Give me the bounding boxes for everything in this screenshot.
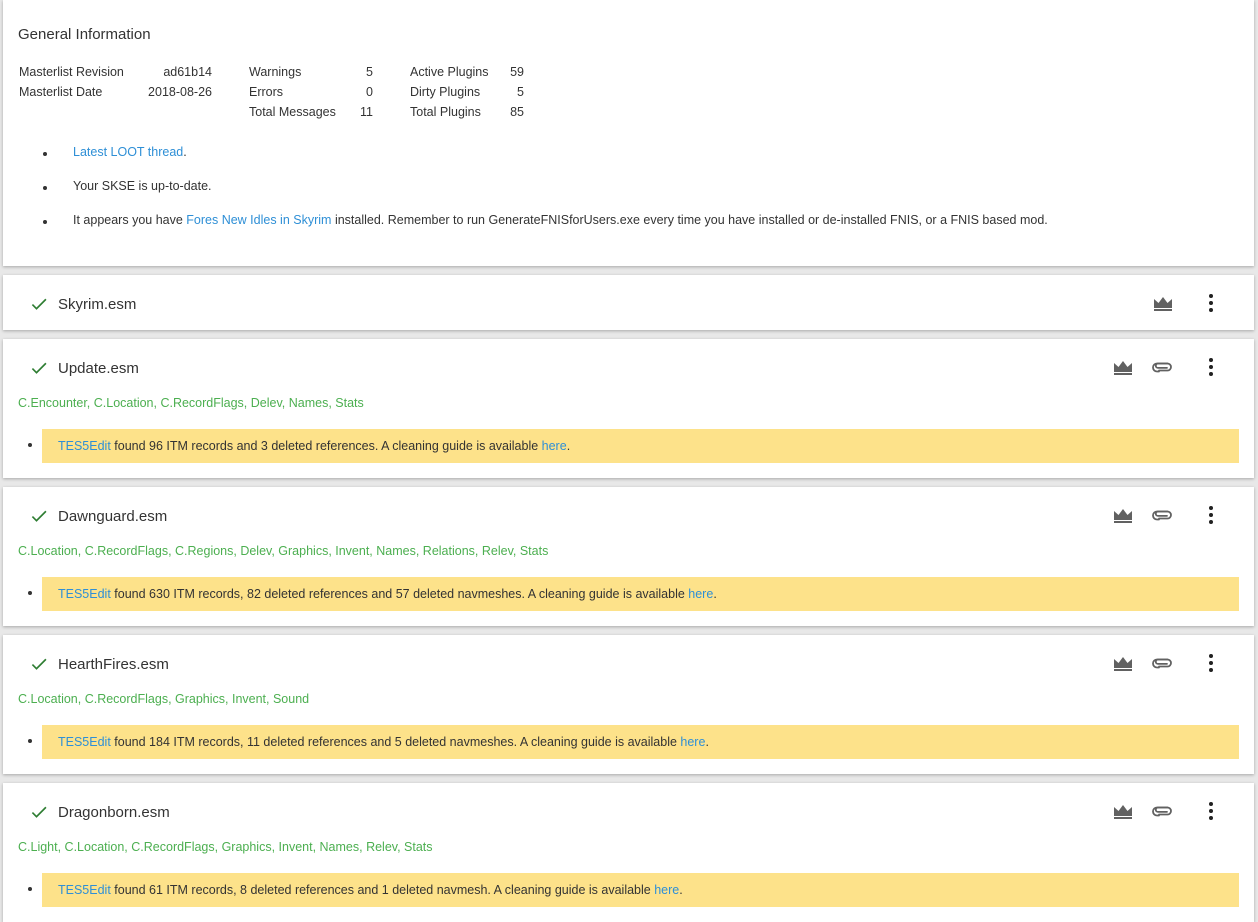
tes5edit-link[interactable]: TES5Edit — [58, 735, 111, 749]
dirty-plugins-value: 5 — [517, 85, 524, 99]
bullet — [28, 887, 32, 891]
bullet — [43, 220, 47, 224]
warnings-value: 5 — [366, 65, 373, 79]
masterlist-revision-label: Masterlist Revision — [19, 65, 124, 79]
bullet — [28, 739, 32, 743]
warning-text: found 61 ITM records, 8 deleted referenc… — [110, 883, 655, 897]
bullet — [28, 591, 32, 595]
warning-message: TES5Edit found 61 ITM records, 8 deleted… — [42, 873, 1239, 907]
cleaning-guide-link[interactable]: here — [688, 587, 713, 601]
active-plugins-value: 59 — [510, 65, 524, 79]
crown-icon — [1111, 503, 1135, 527]
paperclip-icon — [1151, 355, 1175, 379]
warning-text: found 184 ITM records, 11 deleted refere… — [110, 735, 681, 749]
latest-loot-thread-link[interactable]: Latest LOOT thread — [73, 145, 183, 159]
check-icon — [29, 294, 49, 314]
warning-text: found 630 ITM records, 82 deleted refere… — [110, 587, 689, 601]
plugin-name: Dawnguard.esm — [58, 508, 168, 525]
masterlist-date-label: Masterlist Date — [19, 85, 103, 99]
crown-icon — [1111, 799, 1135, 823]
bullet — [28, 443, 32, 447]
check-icon — [29, 358, 49, 378]
check-icon — [29, 506, 49, 526]
paperclip-icon — [1151, 651, 1175, 675]
more-vert-icon[interactable] — [1199, 503, 1223, 527]
total-plugins-label: Total Plugins — [410, 105, 481, 119]
warning-message: TES5Edit found 630 ITM records, 82 delet… — [42, 577, 1239, 611]
plugin-card[interactable]: Skyrim.esm — [3, 275, 1254, 330]
active-plugins-label: Active Plugins — [410, 65, 489, 79]
message-text: It appears you have — [73, 213, 187, 227]
plugin-name: HearthFires.esm — [58, 656, 169, 673]
paperclip-icon — [1151, 503, 1175, 527]
general-information-title: General Information — [18, 26, 151, 43]
bash-tags: C.Location, C.RecordFlags, C.Regions, De… — [18, 544, 549, 558]
tes5edit-link[interactable]: TES5Edit — [58, 587, 111, 601]
bullet — [43, 186, 47, 190]
bash-tags: C.Light, C.Location, C.RecordFlags, Grap… — [18, 840, 433, 854]
bullet — [43, 152, 47, 156]
errors-label: Errors — [249, 85, 284, 99]
check-icon — [29, 802, 49, 822]
warning-text: found 96 ITM records and 3 deleted refer… — [110, 439, 542, 453]
plugin-name: Update.esm — [58, 360, 139, 377]
cleaning-guide-link[interactable]: here — [654, 883, 679, 897]
plugin-card[interactable]: HearthFires.esm C.Location, C.RecordFlag… — [3, 635, 1254, 774]
bash-tags: C.Location, C.RecordFlags, Graphics, Inv… — [18, 692, 310, 706]
warning-message: TES5Edit found 96 ITM records and 3 dele… — [42, 429, 1239, 463]
warning-text-end: . — [713, 587, 717, 601]
warning-message: TES5Edit found 184 ITM records, 11 delet… — [42, 725, 1239, 759]
paperclip-icon — [1151, 799, 1175, 823]
cleaning-guide-link[interactable]: here — [542, 439, 567, 453]
total-plugins-value: 85 — [510, 105, 524, 119]
total-messages-value: 11 — [360, 105, 373, 119]
plugin-card[interactable]: Dawnguard.esm C.Location, C.RecordFlags,… — [3, 487, 1254, 626]
bash-tags: C.Encounter, C.Location, C.RecordFlags, … — [18, 396, 364, 410]
message-text: installed. Remember to run GenerateFNISf… — [331, 213, 1048, 227]
fnis-link[interactable]: Fores New Idles in Skyrim — [186, 213, 331, 227]
warnings-label: Warnings — [249, 65, 302, 79]
message-text: Your SKSE is up-to-date. — [73, 179, 212, 193]
dirty-plugins-label: Dirty Plugins — [410, 85, 481, 99]
check-icon — [29, 654, 49, 674]
warning-text-end: . — [705, 735, 709, 749]
plugin-name: Skyrim.esm — [58, 296, 137, 313]
more-vert-icon[interactable] — [1199, 651, 1223, 675]
more-vert-icon[interactable] — [1199, 799, 1223, 823]
plugin-name: Dragonborn.esm — [58, 804, 170, 821]
tes5edit-link[interactable]: TES5Edit — [58, 439, 111, 453]
masterlist-date-value: 2018-08-26 — [148, 85, 212, 99]
crown-icon — [1111, 651, 1135, 675]
warning-text-end: . — [566, 439, 571, 453]
crown-icon — [1151, 291, 1175, 315]
general-information-card: General Information Masterlist Revision … — [3, 0, 1254, 266]
masterlist-revision-value: ad61b14 — [163, 65, 212, 79]
crown-icon — [1111, 355, 1135, 379]
message-text: . — [183, 145, 187, 159]
plugin-card[interactable]: Update.esm C.Encounter, C.Location, C.Re… — [3, 339, 1254, 478]
tes5edit-link[interactable]: TES5Edit — [58, 883, 111, 897]
plugin-card[interactable]: Dragonborn.esm C.Light, C.Location, C.Re… — [3, 783, 1254, 922]
cleaning-guide-link[interactable]: here — [680, 735, 705, 749]
more-vert-icon[interactable] — [1199, 291, 1223, 315]
errors-value: 0 — [366, 85, 373, 99]
warning-text-end: . — [679, 883, 683, 897]
more-vert-icon[interactable] — [1199, 355, 1223, 379]
total-messages-label: Total Messages — [249, 105, 336, 119]
